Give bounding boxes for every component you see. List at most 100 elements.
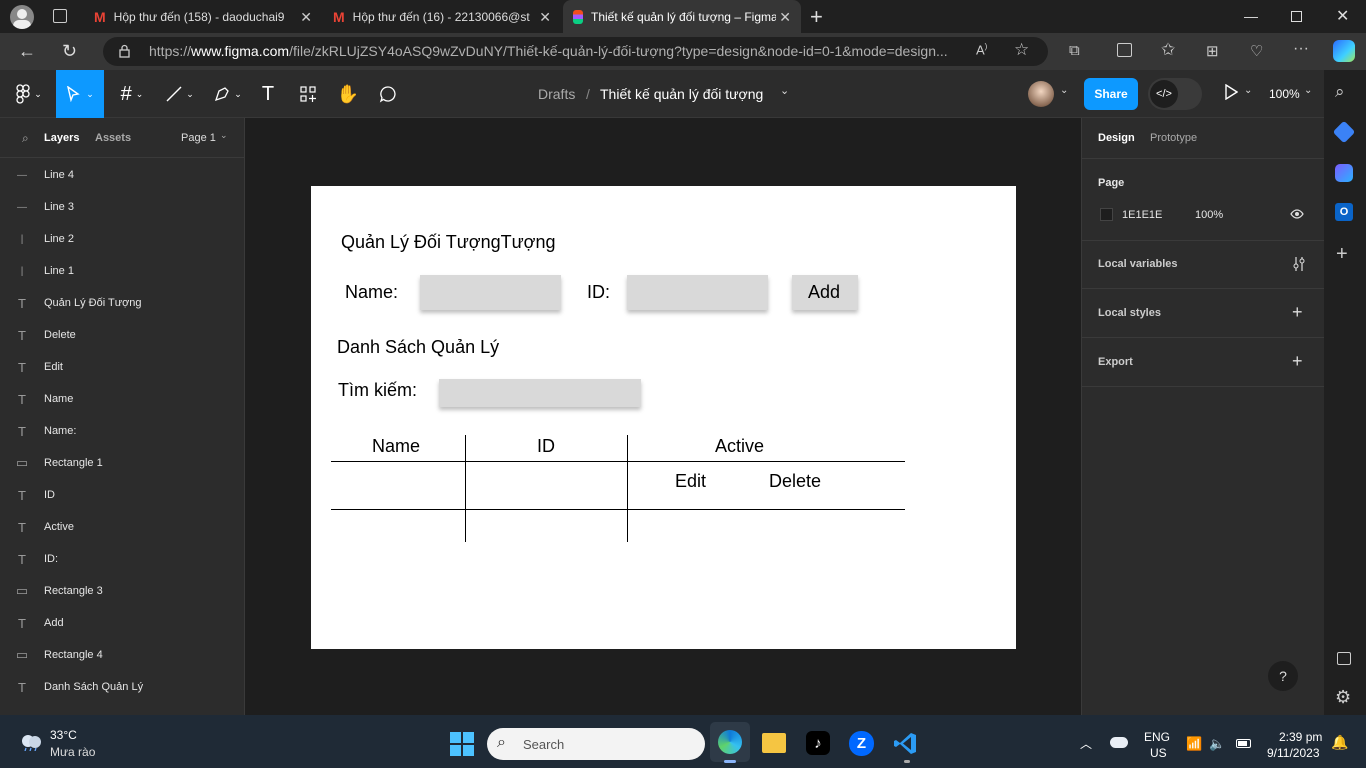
refresh-icon[interactable]: ↻ xyxy=(62,41,77,62)
local-variables-label[interactable]: Local variables xyxy=(1098,258,1178,270)
add-export-icon[interactable]: + xyxy=(1292,351,1303,372)
clock-date[interactable]: 9/11/2023 xyxy=(1267,746,1320,760)
chevron-down-icon[interactable]: ⌄ xyxy=(220,130,228,141)
help-button[interactable]: ? xyxy=(1268,661,1298,691)
layer-row[interactable]: T Delete xyxy=(0,319,244,351)
close-tab-icon[interactable]: ✕ xyxy=(539,9,551,26)
show-hidden-icons-icon[interactable]: ︿ xyxy=(1080,735,1092,752)
page-color-swatch[interactable] xyxy=(1100,208,1113,221)
frame-tool-button[interactable]: # ⌄ xyxy=(112,70,152,118)
chevron-down-icon[interactable]: ⌄ xyxy=(1304,85,1312,96)
tab-assets[interactable]: Assets xyxy=(95,132,131,144)
outlook-icon[interactable]: O xyxy=(1335,203,1353,221)
design-title[interactable]: Quản Lý Đối TượngTượng xyxy=(341,232,555,253)
wifi-icon[interactable]: 📶 xyxy=(1186,736,1202,752)
shape-tool-button[interactable]: ⌄ xyxy=(160,70,200,118)
export-label[interactable]: Export xyxy=(1098,356,1133,368)
file-name[interactable]: Thiết kế quản lý đối tượng xyxy=(600,86,763,102)
layer-row[interactable]: T Name xyxy=(0,383,244,415)
performance-icon[interactable]: ♡ xyxy=(1250,42,1263,60)
variables-icon[interactable] xyxy=(1292,256,1306,272)
weather-temp[interactable]: 33°C xyxy=(50,728,77,742)
share-button[interactable]: Share xyxy=(1084,78,1138,110)
lock-icon[interactable] xyxy=(119,44,130,58)
page-selector[interactable]: Page 1 xyxy=(181,132,216,144)
vscode-icon[interactable] xyxy=(893,731,918,756)
page-opacity-value[interactable]: 100% xyxy=(1195,209,1223,221)
add-style-icon[interactable]: + xyxy=(1292,302,1303,323)
windows-start-icon[interactable] xyxy=(450,732,474,756)
onedrive-cloud-icon[interactable] xyxy=(1110,737,1128,748)
layer-row[interactable]: ▭ Rectangle 1 xyxy=(0,447,244,479)
page-color-value[interactable]: 1E1E1E xyxy=(1122,209,1162,221)
design-id-input[interactable] xyxy=(627,275,768,310)
tab-prototype[interactable]: Prototype xyxy=(1150,132,1197,144)
dev-mode-toggle[interactable]: </> xyxy=(1148,78,1202,110)
layer-row[interactable]: — Line 3 xyxy=(0,191,244,223)
design-search-input[interactable] xyxy=(439,379,641,407)
eye-icon[interactable] xyxy=(1290,208,1304,220)
layer-row[interactable]: | Line 2 xyxy=(0,223,244,255)
layer-row[interactable]: ▭ Rectangle 3 xyxy=(0,575,244,607)
chevron-down-icon[interactable]: ⌄ xyxy=(1060,85,1068,96)
layer-row[interactable]: T Name: xyxy=(0,415,244,447)
settings-gear-icon[interactable]: ⚙ xyxy=(1335,687,1351,708)
design-col-active[interactable]: Active xyxy=(715,436,764,457)
zoom-level[interactable]: 100% xyxy=(1269,87,1300,101)
table-line-1[interactable] xyxy=(465,435,466,542)
move-tool-button[interactable]: ⌄ xyxy=(56,70,104,118)
layer-row[interactable]: T Edit xyxy=(0,351,244,383)
tab-gmail-1[interactable]: M Hộp thư đến (158) - daoduchai9 ✕ xyxy=(84,0,322,33)
taskbar-search-input[interactable]: ⌕ Search xyxy=(487,728,705,760)
read-aloud-icon[interactable]: A) xyxy=(976,42,987,57)
resources-icon[interactable] xyxy=(294,70,322,118)
layer-row[interactable]: T ID: xyxy=(0,543,244,575)
design-name-label[interactable]: Name: xyxy=(345,282,398,303)
collections-icon[interactable]: ⊞ xyxy=(1206,42,1219,60)
close-tab-icon[interactable]: ✕ xyxy=(300,9,312,26)
favorite-star-icon[interactable]: ☆ xyxy=(1014,40,1029,60)
weather-desc[interactable]: Mưa rào xyxy=(50,745,95,759)
search-icon[interactable]: ⌕ xyxy=(22,131,29,146)
breadcrumb-drafts[interactable]: Drafts xyxy=(538,86,575,102)
pen-tool-button[interactable]: ⌄ xyxy=(208,70,248,118)
close-tab-icon[interactable]: ✕ xyxy=(779,9,791,26)
layer-row[interactable]: T Quản Lý Đối Tượng xyxy=(0,287,244,319)
clock-time[interactable]: 2:39 pm xyxy=(1279,730,1322,744)
layer-row[interactable]: | Line 1 xyxy=(0,255,244,287)
table-line-4[interactable] xyxy=(331,509,905,510)
design-add-label[interactable]: Add xyxy=(808,282,840,303)
notification-bell-icon[interactable]: 🔔 xyxy=(1331,734,1348,751)
layer-row[interactable]: T Add xyxy=(0,607,244,639)
more-menu-icon[interactable]: ··· xyxy=(1293,40,1309,58)
hand-tool-icon[interactable]: ✋ xyxy=(334,70,362,118)
sidebar-layout-icon[interactable] xyxy=(1337,652,1351,665)
region-label[interactable]: US xyxy=(1150,746,1167,760)
design-id-label[interactable]: ID: xyxy=(587,282,610,303)
tab-layers[interactable]: Layers xyxy=(44,132,79,144)
split-screen-icon[interactable] xyxy=(1117,43,1132,57)
tab-figma[interactable]: Thiết kế quản lý đối tượng – Figma ✕ xyxy=(563,0,801,33)
design-delete[interactable]: Delete xyxy=(769,471,821,492)
close-window-icon[interactable]: ✕ xyxy=(1336,6,1349,26)
design-frame[interactable]: Quản Lý Đối TượngTượng Name: ID: Add Dan… xyxy=(311,186,1016,649)
tab-gmail-2[interactable]: M Hộp thư đến (16) - 22130066@st ✕ xyxy=(323,0,561,33)
layer-row[interactable]: T ID xyxy=(0,479,244,511)
battery-icon[interactable] xyxy=(1236,739,1251,748)
layer-row[interactable]: T Danh Sách Quản Lý xyxy=(0,671,244,703)
tab-actions-icon[interactable] xyxy=(53,9,67,23)
design-list-title[interactable]: Danh Sách Quản Lý xyxy=(337,337,499,358)
present-play-icon[interactable] xyxy=(1224,84,1238,100)
language-label[interactable]: ENG xyxy=(1144,730,1170,744)
volume-icon[interactable]: 🔈 xyxy=(1209,736,1225,752)
add-sidebar-icon[interactable]: + xyxy=(1336,243,1348,266)
table-line-2[interactable] xyxy=(627,435,628,542)
layer-row[interactable]: — Line 4 xyxy=(0,159,244,191)
design-edit[interactable]: Edit xyxy=(675,471,706,492)
layer-row[interactable]: ▭ Rectangle 4 xyxy=(0,639,244,671)
figma-menu-icon[interactable]: ⌄ xyxy=(10,70,48,118)
design-name-input[interactable] xyxy=(420,275,561,310)
edge-browser-icon[interactable] xyxy=(718,730,742,754)
favorites-icon[interactable]: ✩ xyxy=(1161,40,1175,60)
url-text[interactable]: https://www.figma.com/file/zkRLUjZSY4oAS… xyxy=(149,43,948,59)
